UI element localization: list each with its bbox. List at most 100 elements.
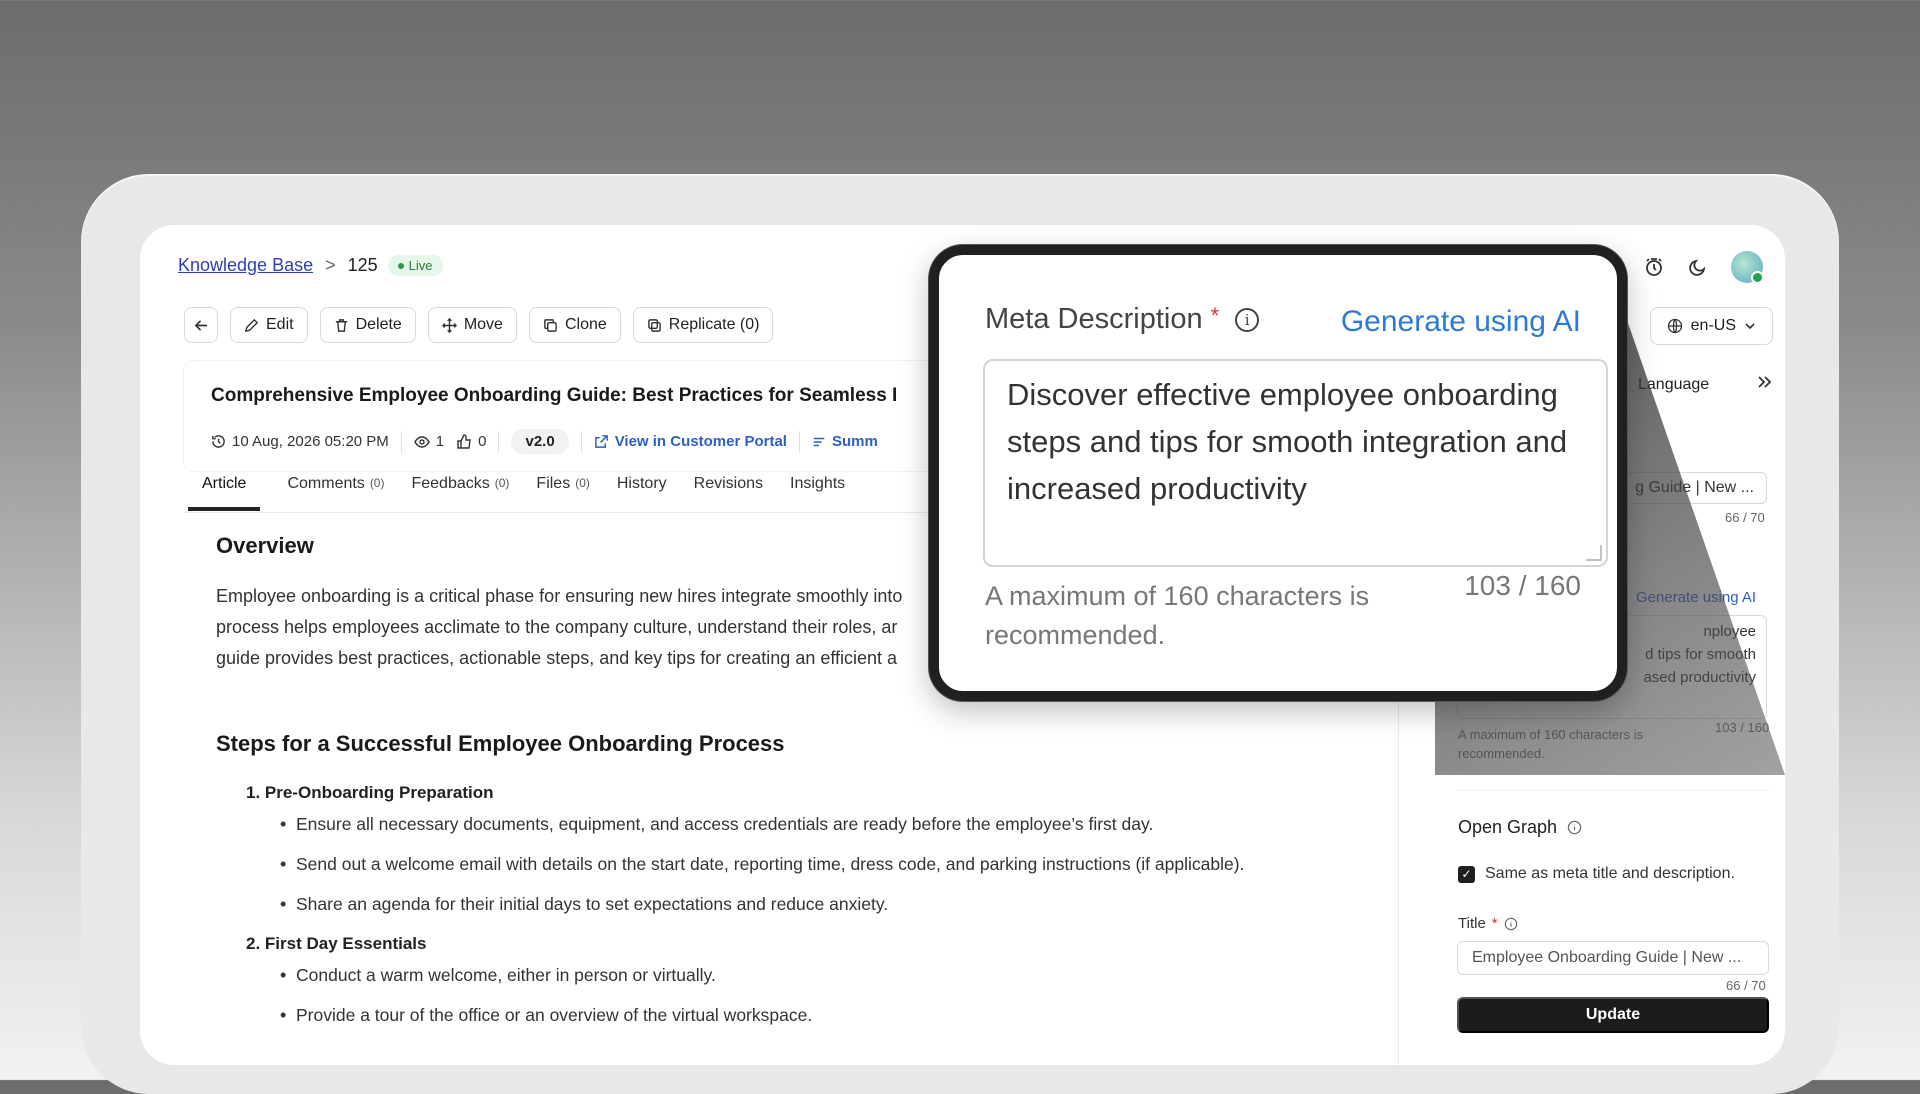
list-item: Provide a tour of the office or an overv… (280, 1005, 812, 1026)
overview-line: guide provides best practices, actionabl… (216, 648, 898, 668)
tab-label: History (616, 475, 667, 492)
clone-button[interactable]: Clone (528, 307, 621, 343)
zoom-callout: Meta Description * i Generate using AI D… (929, 245, 1627, 701)
article-title: Comprehensive Employee Onboarding Guide:… (211, 385, 898, 406)
divider (798, 430, 800, 453)
meta-description-hint: A maximum of 160 characters is recommend… (1458, 727, 1643, 761)
move-label: Move (463, 316, 503, 333)
meta-description-label: Meta Description * i (985, 302, 1260, 336)
replicate-button[interactable]: Replicate (0) (632, 307, 774, 343)
version-badge: v2.0 (511, 429, 569, 454)
list-item: Conduct a warm welcome, either in person… (280, 965, 716, 986)
eye-icon (414, 435, 430, 448)
required-mark: * (1491, 915, 1498, 932)
pencil-icon (244, 318, 259, 332)
og-title-label: Title * (1458, 915, 1518, 932)
open-graph-heading-text: Open Graph (1458, 817, 1558, 837)
tab-insights[interactable]: Insights (790, 475, 845, 511)
move-arrows-icon (441, 317, 457, 333)
external-link-icon (594, 435, 608, 448)
article-meta-row: 10 Aug, 2026 05:20 PM 1 0 v2.0 View in C… (211, 429, 878, 454)
divider (580, 430, 582, 453)
meta-description-count: 103 / 160 (1715, 720, 1770, 735)
tab-feedbacks[interactable]: Feedbacks (0) (411, 475, 509, 511)
clone-label: Clone (564, 316, 607, 333)
view-in-customer-portal-link[interactable]: View in Customer Portal (594, 433, 787, 450)
chevron-right-icon: > (325, 255, 336, 275)
edit-label: Edit (266, 316, 294, 333)
globe-icon (1667, 318, 1682, 334)
resize-handle-icon[interactable] (1586, 545, 1602, 561)
tab-files[interactable]: Files (0) (536, 475, 589, 511)
chevron-down-icon (1745, 323, 1755, 330)
meta-description-value: Discover effective employee onboarding s… (1007, 377, 1568, 506)
open-graph-heading: Open Graph (1458, 817, 1582, 838)
step-heading: 2. First Day Essentials (246, 934, 427, 953)
info-icon[interactable] (1504, 917, 1518, 931)
tab-revisions[interactable]: Revisions (694, 475, 763, 511)
tab-label: Feedbacks (411, 475, 490, 492)
tab-count: (0) (575, 476, 590, 490)
tab-history[interactable]: History (617, 475, 667, 511)
info-icon[interactable]: i (1235, 307, 1260, 332)
breadcrumb-knowledge-base-link[interactable]: Knowledge Base (178, 255, 313, 276)
article-tabs: Article Comments (0) Feedbacks (0) Files (0… (188, 475, 845, 511)
article-likes-count: 0 (478, 433, 487, 450)
checkmark-icon[interactable]: ✓ (1458, 865, 1475, 883)
meta-description-hint-zoomed: A maximum of 160 characters is recommend… (985, 581, 1370, 650)
breadcrumb: Knowledge Base > 125 Live (178, 255, 443, 276)
og-title-input[interactable]: Employee Onboarding Guide | New ... (1457, 941, 1769, 975)
tab-label: Revisions (693, 475, 764, 492)
edit-button[interactable]: Edit (230, 307, 308, 343)
divider (498, 430, 500, 453)
moon-icon[interactable] (1687, 256, 1709, 278)
meta-description-label-text: Meta Description (985, 303, 1203, 335)
same-as-meta-checkbox[interactable]: ✓ Same as meta title and description. (1458, 865, 1735, 883)
online-indicator (1751, 271, 1764, 284)
tab-count: (0) (494, 476, 510, 490)
trash-icon (335, 318, 347, 332)
generate-using-ai-link[interactable]: Generate using AI (1636, 589, 1756, 606)
overview-line: process helps employees acclimate to the… (216, 617, 898, 637)
summary-link[interactable]: Summ (812, 433, 878, 450)
replicate-label: Replicate (0) (668, 316, 760, 333)
tab-label: Files (536, 475, 571, 492)
move-button[interactable]: Move (427, 307, 517, 343)
delete-label: Delete (355, 316, 402, 333)
delete-button[interactable]: Delete (319, 307, 416, 343)
copy-icon (544, 318, 557, 332)
portal-link-label: View in Customer Portal (614, 433, 787, 450)
list-item: Share an agenda for their initial days t… (280, 894, 888, 915)
steps-heading: Steps for a Successful Employee Onboardi… (216, 731, 785, 756)
back-button[interactable] (184, 307, 218, 343)
tab-label: Insights (790, 475, 846, 492)
tab-label: Comments (287, 475, 365, 492)
update-button[interactable]: Update (1457, 997, 1769, 1033)
step-heading: 1. Pre-Onboarding Preparation (246, 783, 494, 802)
history-clock-icon (212, 435, 225, 448)
right-panel-language-label: Language (1638, 376, 1710, 393)
list-item: Send out a welcome email with details on… (280, 854, 1244, 875)
meta-description-textarea-zoomed[interactable]: Discover effective employee onboarding s… (983, 359, 1608, 567)
replicate-icon (647, 318, 661, 332)
info-icon[interactable] (1567, 820, 1582, 835)
language-select[interactable]: en-US (1649, 307, 1773, 345)
status-badge-label: Live (408, 258, 433, 273)
meta-title-count: 66 / 70 (1725, 510, 1765, 525)
generate-using-ai-button[interactable]: Generate using AI (1341, 305, 1581, 339)
header-actions (1643, 251, 1764, 284)
section-divider (1457, 790, 1769, 791)
article-likes[interactable]: 0 (456, 433, 486, 450)
tab-comments[interactable]: Comments (0) (287, 475, 384, 511)
overview-paragraph: Employee onboarding is a critical phase … (216, 581, 946, 674)
summary-link-label: Summ (831, 433, 878, 450)
same-as-meta-label: Same as meta title and description. (1485, 865, 1735, 882)
tab-article[interactable]: Article (188, 475, 261, 511)
arrow-left-icon (194, 319, 207, 331)
list-item: Ensure all necessary documents, equipmen… (280, 814, 1153, 835)
required-mark: * (1210, 302, 1220, 328)
double-chevron-right-icon[interactable] (1755, 373, 1773, 397)
timer-icon[interactable] (1643, 256, 1665, 278)
article-views: 1 (414, 433, 444, 450)
avatar[interactable] (1731, 251, 1764, 284)
